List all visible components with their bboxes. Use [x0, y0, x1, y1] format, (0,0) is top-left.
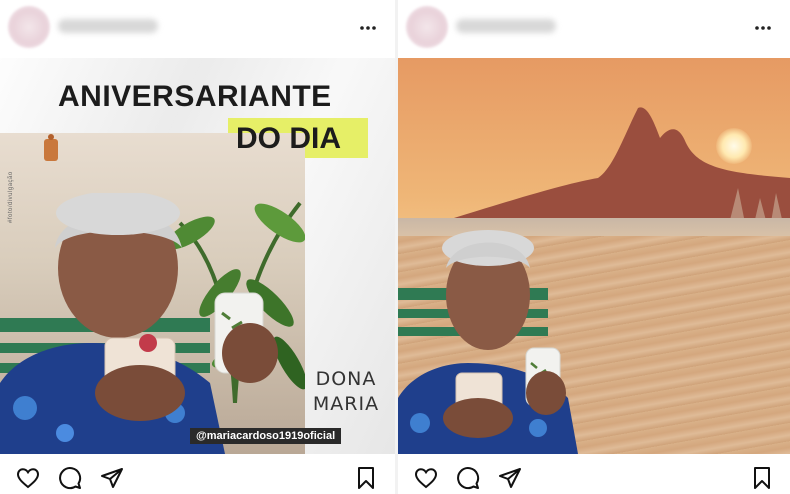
comment-icon[interactable] — [456, 466, 480, 490]
username-blurred[interactable] — [58, 19, 158, 33]
photo-credit: #foto/divulgação — [8, 171, 14, 223]
mountain-icon — [438, 107, 790, 238]
post-header — [398, 0, 790, 56]
honoree-name-line2: MARIA — [312, 393, 380, 415]
bookmark-icon[interactable] — [354, 466, 378, 490]
post-header — [0, 0, 395, 56]
post-image[interactable]: ANIVERSARIANTE DO DIA #foto/divulgação D… — [0, 58, 395, 454]
instagram-handle[interactable]: @mariacardoso1919oficial — [190, 428, 342, 444]
bookmark-icon[interactable] — [750, 466, 774, 490]
headline-line1: ANIVERSARIANTE — [58, 80, 332, 113]
share-icon[interactable] — [498, 466, 522, 490]
post-image[interactable] — [398, 58, 790, 454]
avatar[interactable] — [406, 6, 448, 48]
woman-figure — [398, 230, 578, 454]
comment-icon[interactable] — [58, 466, 82, 490]
action-bar — [0, 460, 395, 494]
headline-line2: DO DIA — [236, 122, 341, 155]
woman-figure — [0, 193, 278, 454]
honoree-name-line1: DONA — [315, 368, 377, 390]
more-icon[interactable] — [754, 19, 772, 37]
wall-decoration-icon — [44, 134, 58, 161]
share-icon[interactable] — [100, 466, 124, 490]
portrait-photo — [0, 133, 305, 454]
username-blurred[interactable] — [456, 19, 556, 33]
more-icon[interactable] — [359, 19, 377, 37]
honoree-name: DONA MARIA — [306, 367, 386, 417]
left-post: ANIVERSARIANTE DO DIA #foto/divulgação D… — [0, 0, 395, 494]
action-bar — [398, 460, 790, 494]
right-post — [398, 0, 790, 494]
avatar[interactable] — [8, 6, 50, 48]
heart-icon[interactable] — [16, 466, 40, 490]
heart-icon[interactable] — [414, 466, 438, 490]
